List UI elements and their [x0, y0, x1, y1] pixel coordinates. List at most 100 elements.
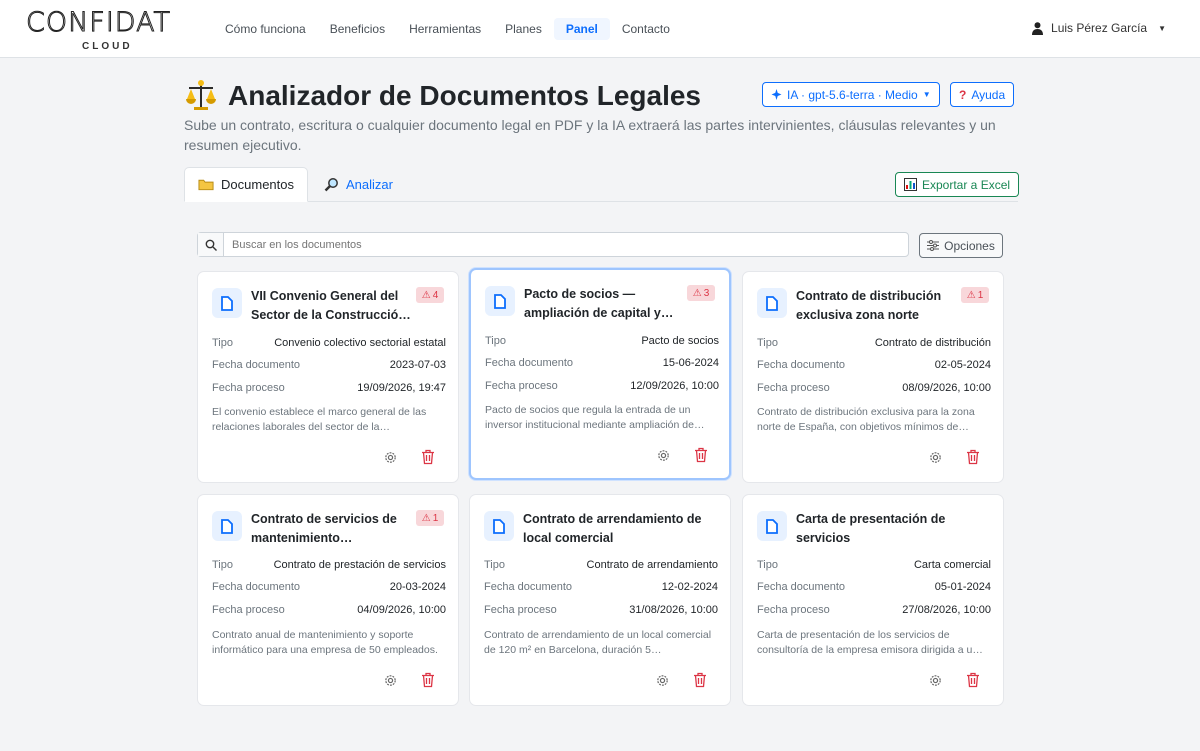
document-card[interactable]: Contrato de arrendamiento de local comer…: [469, 494, 731, 706]
doc-date-value: 12-02-2024: [661, 581, 718, 593]
doc-date-label: Fecha documento: [484, 581, 573, 593]
document-card[interactable]: Contrato de servicios de mantenimiento… …: [197, 494, 459, 706]
alert-count: 3: [703, 287, 710, 299]
doc-date-label: Fecha documento: [212, 359, 301, 371]
proc-date-label: Fecha proceso: [484, 604, 557, 616]
proc-date-label: Fecha proceso: [757, 604, 830, 616]
gear-icon[interactable]: [655, 446, 671, 464]
type-value: Contrato de prestación de servicios: [273, 559, 446, 571]
trash-icon[interactable]: [693, 446, 709, 464]
document-card[interactable]: Carta de presentación de servicios Tipo C…: [742, 494, 1004, 706]
user-icon: [1032, 21, 1044, 35]
tab-documents-label: Documentos: [221, 177, 294, 192]
type-value: Contrato de arrendamiento: [586, 559, 718, 571]
bar-chart-icon: [904, 178, 917, 191]
trash-icon[interactable]: [692, 671, 708, 689]
help-button[interactable]: ? Ayuda: [950, 82, 1015, 107]
alert-count: 1: [432, 512, 439, 524]
page-subtitle: Sube un contrato, escritura o cualquier …: [184, 117, 996, 153]
sliders-icon: [927, 240, 940, 251]
menu-item-planes[interactable]: Planes: [493, 18, 554, 40]
gear-icon[interactable]: [382, 448, 398, 466]
proc-date-value: 08/09/2026, 10:00: [902, 382, 991, 394]
proc-date-label: Fecha proceso: [212, 604, 285, 616]
gear-icon[interactable]: [382, 671, 398, 689]
trash-icon[interactable]: [965, 448, 981, 466]
menu-item-panel[interactable]: Panel: [553, 18, 610, 40]
type-label: Tipo: [212, 559, 233, 571]
gear-icon[interactable]: [927, 448, 943, 466]
type-value: Carta comercial: [913, 559, 991, 571]
logo-subtext: CLOUD: [82, 41, 133, 52]
alert-badge: ⚠ 3: [687, 285, 715, 301]
options-button[interactable]: Opciones: [919, 233, 1003, 258]
document-card[interactable]: Pacto de socios — ampliación de capital …: [469, 268, 731, 480]
doc-date-label: Fecha documento: [212, 581, 301, 593]
menu-item-contacto[interactable]: Contacto: [610, 18, 682, 40]
document-card[interactable]: VII Convenio General del Sector de la Co…: [197, 271, 459, 483]
proc-date-value: 04/09/2026, 10:00: [357, 604, 446, 616]
proc-date-label: Fecha proceso: [212, 382, 285, 394]
help-label: Ayuda: [971, 87, 1006, 102]
card-title[interactable]: Contrato de servicios de mantenimiento…: [251, 510, 417, 548]
card-title[interactable]: VII Convenio General del Sector de la Co…: [251, 287, 417, 325]
caret-down-icon: ▼: [922, 90, 931, 99]
user-menu[interactable]: Luis Pérez García ▼: [1032, 21, 1166, 35]
confidat-logo[interactable]: CONFIDAT CLOUD: [26, 7, 188, 54]
proc-date-value: 31/08/2026, 10:00: [629, 604, 718, 616]
proc-date-value: 19/09/2026, 19:47: [357, 382, 446, 394]
scale-icon: [186, 80, 216, 110]
menu-item-herramientas[interactable]: Herramientas: [397, 18, 493, 40]
type-label: Tipo: [757, 337, 778, 349]
trash-icon[interactable]: [420, 671, 436, 689]
tabs: Documentos Analizar: [184, 167, 1018, 202]
gear-icon[interactable]: [927, 671, 943, 689]
card-title[interactable]: Contrato de arrendamiento de local comer…: [523, 510, 723, 548]
gear-icon[interactable]: [654, 671, 670, 689]
proc-date-label: Fecha proceso: [757, 382, 830, 394]
export-excel-button[interactable]: Exportar a Excel: [895, 172, 1020, 197]
trash-icon[interactable]: [965, 671, 981, 689]
folder-icon: [198, 179, 214, 191]
main-menu: Cómo funciona Beneficios Herramientas Pl…: [213, 18, 682, 40]
alert-count: 4: [432, 289, 439, 301]
card-title[interactable]: Carta de presentación de servicios: [796, 510, 996, 548]
menu-item-beneficios[interactable]: Beneficios: [318, 18, 397, 40]
card-summary: Contrato de arrendamiento de un local co…: [484, 629, 712, 656]
doc-date-label: Fecha documento: [757, 581, 846, 593]
menu-item-como-funciona[interactable]: Cómo funciona: [213, 18, 318, 40]
card-summary: Pacto de socios que regula la entrada de…: [485, 404, 705, 431]
warning-icon: ⚠: [421, 289, 431, 301]
top-navbar: CONFIDAT CLOUD Cómo funciona Beneficios …: [0, 0, 1200, 58]
alert-badge: ⚠ 1: [961, 287, 989, 303]
tab-analyze[interactable]: Analizar: [311, 167, 406, 202]
tab-documents[interactable]: Documentos: [184, 167, 308, 202]
magnifier-icon: [324, 178, 338, 192]
options-label: Opciones: [944, 238, 995, 253]
export-label: Exportar a Excel: [922, 177, 1011, 192]
search-icon: [198, 233, 224, 256]
search-input[interactable]: [224, 233, 908, 256]
card-summary: Carta de presentación de los servicios d…: [757, 629, 983, 656]
doc-date-value: 02-05-2024: [934, 359, 991, 371]
doc-date-label: Fecha documento: [757, 359, 846, 371]
document-icon: [484, 511, 514, 541]
card-summary: Contrato anual de mantenimiento y soport…: [212, 629, 438, 656]
type-label: Tipo: [212, 337, 233, 349]
model-selector-button[interactable]: IA · gpt-5.6-terra · Medio ▼: [762, 82, 940, 107]
alert-count: 1: [977, 289, 984, 301]
document-icon: [485, 286, 515, 316]
question-icon: ?: [959, 87, 967, 102]
warning-icon: ⚠: [692, 287, 702, 299]
proc-date-value: 12/09/2026, 10:00: [630, 380, 719, 392]
document-icon: [212, 511, 242, 541]
user-name: Luis Pérez García: [1051, 21, 1148, 35]
card-title[interactable]: Contrato de distribución exclusiva zona …: [796, 287, 962, 325]
tab-analyze-label: Analizar: [346, 177, 393, 192]
trash-icon[interactable]: [420, 448, 436, 466]
doc-date-label: Fecha documento: [485, 357, 574, 369]
document-card[interactable]: Contrato de distribución exclusiva zona …: [742, 271, 1004, 483]
search-bar: [197, 232, 909, 257]
card-title[interactable]: Pacto de socios — ampliación de capital …: [524, 285, 690, 323]
type-label: Tipo: [484, 559, 505, 571]
